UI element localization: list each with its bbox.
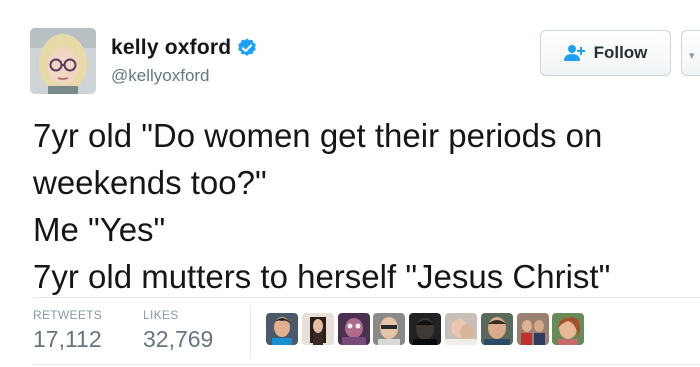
stats-divider-bottom <box>33 364 700 365</box>
liker-avatar[interactable] <box>266 313 298 345</box>
liker-avatar[interactable] <box>301 313 334 345</box>
likes-stat[interactable]: LIKES 32,769 <box>143 308 213 353</box>
liker-avatar[interactable] <box>373 313 406 345</box>
tweet-text: 7yr old "Do women get their periods on w… <box>33 112 673 300</box>
retweets-count: 17,112 <box>33 326 102 352</box>
liker-avatar[interactable] <box>552 313 585 345</box>
author-display-name[interactable]: kelly oxford <box>111 36 231 60</box>
tweet-line: 7yr old "Do women get their periods on <box>33 117 603 154</box>
liker-avatar[interactable] <box>409 313 442 345</box>
follow-button[interactable]: Follow <box>540 30 671 76</box>
retweets-stat[interactable]: RETWEETS 17,112 <box>33 308 102 353</box>
profile-photo-icon <box>30 28 96 94</box>
tweet-line: 7yr old mutters to herself "Jesus Christ… <box>33 258 611 295</box>
author-name-row: kelly oxford <box>111 36 258 60</box>
follow-button-label: Follow <box>593 43 648 62</box>
verified-badge-icon <box>238 38 257 56</box>
stats-vertical-divider <box>250 306 251 358</box>
chevron-down-icon: ▾ <box>689 50 695 62</box>
liker-avatars <box>266 313 588 345</box>
tweet-line: Me "Yes" <box>33 211 166 248</box>
retweets-label: RETWEETS <box>33 308 103 322</box>
liker-avatar[interactable] <box>516 313 549 345</box>
liker-avatar[interactable] <box>337 313 370 345</box>
more-options-button[interactable]: ▾ <box>681 30 700 76</box>
tweet-line: weekends too?" <box>33 164 267 201</box>
liker-avatar[interactable] <box>480 313 513 345</box>
author-handle[interactable]: @kellyoxford <box>111 66 210 86</box>
add-user-icon <box>563 45 585 61</box>
likes-label: LIKES <box>143 308 179 322</box>
author-avatar[interactable] <box>30 28 96 94</box>
stats-divider-top <box>33 297 700 298</box>
liker-avatar[interactable] <box>444 313 477 345</box>
likes-count: 32,769 <box>143 326 214 352</box>
